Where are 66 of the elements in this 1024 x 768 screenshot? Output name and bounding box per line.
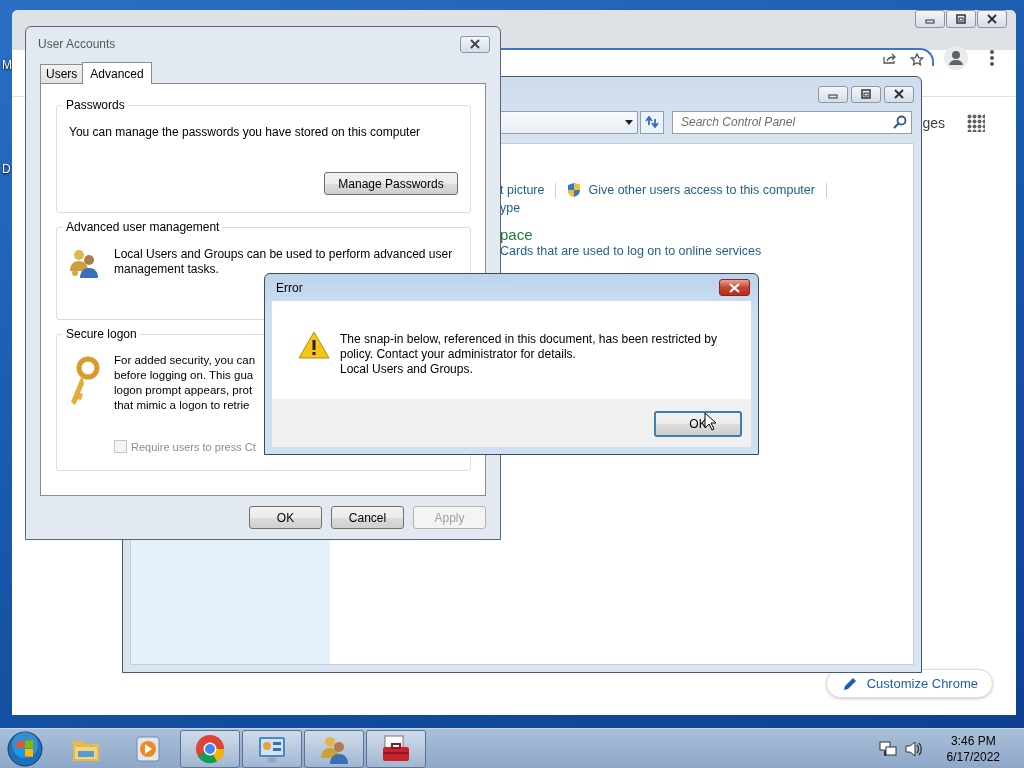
shield-icon bbox=[567, 182, 582, 198]
clock-date[interactable]: 6/17/2022 bbox=[946, 748, 1000, 765]
close-icon bbox=[469, 39, 481, 49]
checkbox: Require users to press Ct bbox=[114, 440, 256, 453]
search-field[interactable]: Search Control Panel bbox=[672, 110, 912, 134]
close-button[interactable] bbox=[460, 35, 490, 53]
search-icon bbox=[893, 114, 907, 129]
close-button[interactable] bbox=[977, 10, 1007, 28]
description-text: that mimic a logon to retrie bbox=[114, 398, 251, 413]
customize-chrome-button[interactable]: Customize Chrome bbox=[825, 669, 993, 698]
description-text: logon prompt appears, prot bbox=[114, 383, 254, 398]
share-icon[interactable] bbox=[883, 53, 898, 64]
refresh-button[interactable] bbox=[640, 110, 664, 134]
chrome-icon bbox=[194, 732, 226, 765]
pencil-icon bbox=[842, 676, 857, 691]
refresh-icon bbox=[644, 115, 660, 129]
group-title: Secure logon bbox=[63, 327, 140, 341]
error-message: The snap-in below, referenced in this document, has been restricted by policy. Contact your administrator for details. Local Users and Groups. bbox=[340, 331, 718, 378]
maximize-button[interactable] bbox=[946, 10, 976, 28]
minimize-button[interactable] bbox=[915, 10, 945, 28]
description-text: You can manage the passwords you have stored on this computer bbox=[69, 125, 422, 140]
address-bar[interactable] bbox=[501, 110, 638, 134]
desktop-icon-label[interactable]: D bbox=[2, 162, 11, 176]
images-link[interactable]: ges bbox=[922, 115, 945, 131]
address-bar[interactable] bbox=[501, 48, 934, 66]
ok-button[interactable]: OK bbox=[654, 411, 742, 437]
dialog-button: Apply bbox=[413, 506, 486, 529]
close-icon bbox=[986, 14, 998, 24]
manage-passwords-button[interactable]: Manage Passwords bbox=[324, 172, 458, 195]
profile-icon[interactable] bbox=[944, 46, 968, 70]
link[interactable]: ype bbox=[500, 201, 521, 215]
apps-grid-icon[interactable] bbox=[967, 114, 985, 132]
tab[interactable]: Users bbox=[40, 64, 84, 83]
dialog-button[interactable]: Cancel bbox=[331, 506, 404, 529]
network-icon[interactable] bbox=[878, 740, 897, 757]
clock-time[interactable]: 3:46 PM bbox=[950, 732, 996, 749]
close-button[interactable] bbox=[719, 279, 750, 296]
maximize-icon bbox=[860, 89, 872, 99]
window-title: User Accounts bbox=[38, 37, 116, 51]
section-heading[interactable]: pace bbox=[500, 226, 913, 243]
group-title: Passwords bbox=[63, 98, 128, 112]
window-title: Error bbox=[276, 280, 303, 295]
tab[interactable]: Advanced bbox=[82, 62, 152, 84]
link[interactable]: Give other users access to this computer bbox=[588, 183, 815, 197]
taskbar-button[interactable] bbox=[366, 729, 426, 768]
taskbar-button[interactable] bbox=[242, 729, 302, 768]
close-icon bbox=[893, 89, 905, 99]
description-text: before logging on. This gua bbox=[114, 368, 255, 383]
minimize-button[interactable] bbox=[818, 85, 848, 103]
close-icon bbox=[728, 282, 741, 293]
menu-icon[interactable] bbox=[990, 50, 994, 66]
volume-icon[interactable] bbox=[904, 740, 923, 757]
maximize-icon bbox=[955, 14, 967, 24]
maximize-button[interactable] bbox=[851, 85, 881, 103]
star-icon[interactable] bbox=[910, 53, 924, 66]
warning-icon bbox=[298, 331, 330, 359]
dropdown-arrow-icon bbox=[625, 119, 633, 125]
close-button[interactable] bbox=[884, 85, 914, 103]
description-text: Local Users and Groups can be used to perform advanced user management tasks. bbox=[114, 247, 454, 277]
dialog-button[interactable]: OK bbox=[249, 506, 322, 529]
users-icon bbox=[68, 247, 100, 279]
desktop-icon-label[interactable]: M bbox=[2, 58, 12, 72]
start-button[interactable] bbox=[7, 730, 43, 767]
description-text: For added security, you can bbox=[114, 353, 256, 368]
group-title: Advanced user management bbox=[63, 220, 223, 234]
link[interactable]: Cards that are used to log on to online services bbox=[500, 244, 913, 258]
